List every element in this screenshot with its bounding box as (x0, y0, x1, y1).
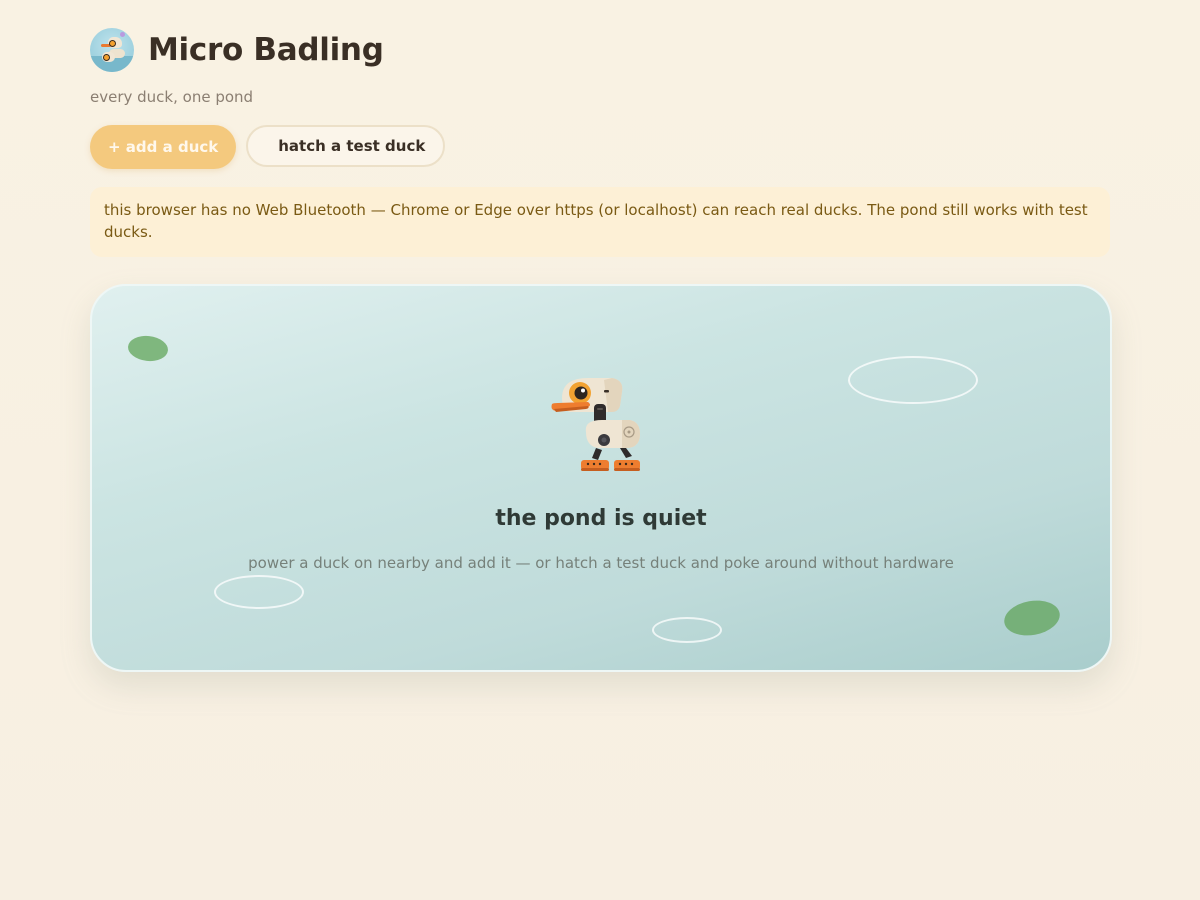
lily-pad-icon (1001, 596, 1063, 640)
bluetooth-notice: this browser has no Web Bluetooth — Chro… (90, 187, 1110, 257)
lily-pad-icon (126, 333, 170, 364)
duck-logo-icon (90, 28, 134, 72)
pond-area: the pond is quiet power a duck on nearby… (90, 284, 1112, 672)
pond-empty-title: the pond is quiet (495, 506, 707, 531)
duck-robot-icon (551, 378, 640, 471)
pond-empty-subtitle: power a duck on nearby and add it — or h… (248, 554, 954, 572)
app-title: Micro Badling (148, 32, 384, 68)
app-page: Micro Badling every duck, one pond + add… (0, 0, 1200, 900)
app-header: Micro Badling (90, 28, 384, 72)
hatch-test-duck-button[interactable]: hatch a test duck (246, 125, 446, 167)
ripple-icon (652, 617, 722, 643)
ripple-icon (848, 356, 978, 404)
ripple-icon (214, 575, 304, 609)
add-duck-button[interactable]: + add a duck (90, 125, 237, 169)
action-bar: + add a duck hatch a test duck (90, 125, 446, 169)
app-tagline: every duck, one pond (90, 88, 254, 106)
